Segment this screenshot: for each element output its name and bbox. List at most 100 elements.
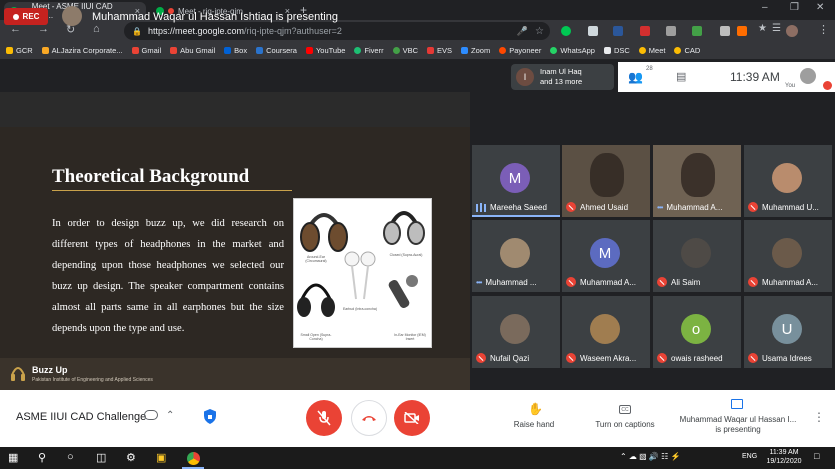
address-bar[interactable]: 🔒 https://meet.google.com /riq-ipte-qjm?… bbox=[124, 22, 550, 40]
bookmark-item[interactable]: WhatsApp bbox=[550, 46, 595, 55]
participant-tile[interactable]: ••• Muhammad A... bbox=[652, 144, 742, 218]
bookmark-item[interactable]: Box bbox=[224, 46, 247, 55]
puzzle-icon[interactable]: ☰ bbox=[772, 23, 781, 34]
camera-toggle-button[interactable] bbox=[394, 400, 430, 436]
chevron-up-icon[interactable]: ⌃ bbox=[166, 410, 174, 421]
avatar bbox=[681, 238, 711, 268]
recording-badge: REC bbox=[4, 8, 48, 25]
participant-name: Usama Idrees bbox=[748, 353, 830, 363]
participant-tile[interactable]: U Usama Idrees bbox=[743, 295, 833, 369]
participant-name-label: Mareeha Saeed bbox=[490, 203, 547, 212]
extension-icon[interactable] bbox=[737, 26, 747, 36]
participant-name: ••• Muhammad ... bbox=[476, 278, 558, 287]
brand-subtitle: Pakistan Institute of Engineering and Ap… bbox=[32, 377, 153, 383]
page-icon bbox=[603, 47, 611, 54]
bookmark-favicon bbox=[392, 47, 400, 54]
bookmark-item[interactable]: Meet bbox=[638, 46, 665, 55]
captions-icon[interactable]: CC bbox=[619, 405, 631, 414]
bookmark-item[interactable]: YouTube bbox=[305, 46, 345, 55]
extension-icon[interactable] bbox=[720, 26, 730, 36]
avatar: M bbox=[500, 163, 530, 193]
search-icon[interactable]: ⚲ bbox=[38, 451, 46, 464]
captions-button[interactable]: Turn on captions bbox=[592, 420, 658, 429]
extension-icon[interactable] bbox=[588, 26, 598, 36]
participant-name: Muhammad U... bbox=[748, 202, 830, 212]
taskbar-chrome-app[interactable] bbox=[182, 450, 204, 469]
raise-hand-button[interactable]: Raise hand bbox=[509, 420, 559, 429]
bookmark-item[interactable]: Zoom bbox=[461, 46, 490, 55]
bookmarks-star-icon[interactable]: ★ bbox=[758, 23, 767, 34]
participant-tile[interactable]: M Muhammad A... bbox=[561, 219, 651, 293]
leave-call-button[interactable] bbox=[351, 400, 387, 436]
slide-title: Theoretical Background bbox=[52, 166, 250, 187]
video-feed bbox=[590, 153, 624, 197]
bookmark-item[interactable]: Fiverr bbox=[354, 46, 384, 55]
extension-icon[interactable] bbox=[640, 26, 650, 36]
system-tray-icons[interactable]: ⌃ ☁ ▧ 🔊 ☷ ⚡ bbox=[620, 452, 680, 461]
extension-icon[interactable] bbox=[692, 26, 702, 36]
participant-tile[interactable]: Nufail Qazi bbox=[471, 295, 561, 369]
notifications-icon[interactable]: □ bbox=[814, 451, 819, 461]
avatar bbox=[590, 314, 620, 344]
bookmark-item[interactable]: ALJazira Corporate... bbox=[41, 46, 123, 55]
cortana-icon[interactable]: ○ bbox=[67, 451, 74, 463]
participant-tile[interactable]: ••• Muhammad ... bbox=[471, 219, 561, 293]
participant-tile[interactable]: M Mareeha Saeed bbox=[471, 144, 561, 218]
bookmark-item[interactable]: VBC bbox=[392, 46, 418, 55]
settings-icon[interactable]: ⚙ bbox=[126, 451, 136, 464]
participant-tile[interactable]: o owais rasheed bbox=[652, 295, 742, 369]
present-screen-icon[interactable] bbox=[731, 399, 743, 409]
extension-icon[interactable] bbox=[561, 26, 571, 36]
bookmark-item[interactable]: EVS bbox=[427, 46, 452, 55]
hand-icon[interactable]: ✋ bbox=[528, 402, 543, 416]
bookmark-item[interactable]: Abu Gmail bbox=[170, 46, 215, 55]
close-window-button[interactable]: ✕ bbox=[816, 2, 824, 13]
participant-name-label: Ahmed Usaid bbox=[580, 202, 629, 212]
bookmark-item[interactable]: Gmail bbox=[131, 46, 161, 55]
mic-off-icon bbox=[748, 353, 758, 363]
active-speaker-bar bbox=[472, 215, 560, 217]
participant-tile[interactable]: Waseem Akra... bbox=[561, 295, 651, 369]
participant-tile[interactable]: Muhammad U... bbox=[743, 144, 833, 218]
task-view-icon[interactable]: ◫ bbox=[96, 451, 106, 464]
participant-tile[interactable]: Ahmed Usaid bbox=[561, 144, 651, 218]
avatar bbox=[500, 238, 530, 268]
bookmark-item[interactable]: GCR bbox=[6, 46, 33, 55]
fiverr-icon bbox=[354, 47, 362, 54]
avatar: I bbox=[516, 68, 534, 86]
participant-tile[interactable]: Ali Saim bbox=[652, 219, 742, 293]
minimize-button[interactable]: – bbox=[762, 2, 768, 13]
windows-start-icon[interactable]: ▦ bbox=[8, 451, 18, 464]
participant-name-label: Nufail Qazi bbox=[490, 353, 530, 363]
extension-icon[interactable] bbox=[666, 26, 676, 36]
microphone-toggle-button[interactable] bbox=[306, 400, 342, 436]
participant-name: Ahmed Usaid bbox=[566, 202, 648, 212]
language-indicator[interactable]: ENG bbox=[742, 453, 757, 460]
bookmark-favicon bbox=[41, 47, 49, 54]
mic-off-icon bbox=[748, 202, 758, 212]
profile-avatar[interactable] bbox=[786, 25, 798, 37]
file-explorer-icon[interactable]: ▣ bbox=[156, 451, 166, 464]
meeting-details-icon[interactable] bbox=[144, 410, 158, 420]
presenting-status-button[interactable]: Muhammad Waqar ul Hassan I... is present… bbox=[676, 415, 800, 435]
bookmark-item[interactable]: Coursera bbox=[256, 46, 297, 55]
participant-name: Mareeha Saeed bbox=[476, 203, 558, 212]
bookmark-item[interactable]: CAD bbox=[674, 46, 700, 55]
participant-name-label: Waseem Akra... bbox=[580, 353, 637, 363]
participant-count: 28 bbox=[646, 66, 653, 72]
headphones-image: Around-Ear (Circumaural) Closed (Supra-A… bbox=[293, 198, 432, 348]
extension-icon[interactable] bbox=[613, 26, 623, 36]
shield-icon[interactable] bbox=[203, 408, 217, 425]
people-icon[interactable]: 👥 bbox=[628, 70, 643, 84]
star-icon[interactable]: ☆ bbox=[535, 26, 544, 37]
taskbar-clock[interactable]: 11:39 AM 19/12/2020 bbox=[762, 448, 806, 466]
bookmark-item[interactable]: DSC bbox=[603, 46, 630, 55]
participant-tile[interactable]: Muhammad A... bbox=[743, 219, 833, 293]
menu-icon[interactable]: ⋮ bbox=[818, 23, 829, 36]
bookmark-item[interactable]: Payoneer bbox=[499, 46, 541, 55]
home-icon[interactable]: ⌂ bbox=[93, 23, 100, 35]
restore-button[interactable]: ❐ bbox=[790, 2, 799, 13]
microphone-icon[interactable]: 🎤 bbox=[517, 26, 528, 37]
more-options-icon[interactable]: ⋮ bbox=[813, 410, 825, 424]
chat-icon[interactable]: ▤ bbox=[676, 70, 686, 83]
